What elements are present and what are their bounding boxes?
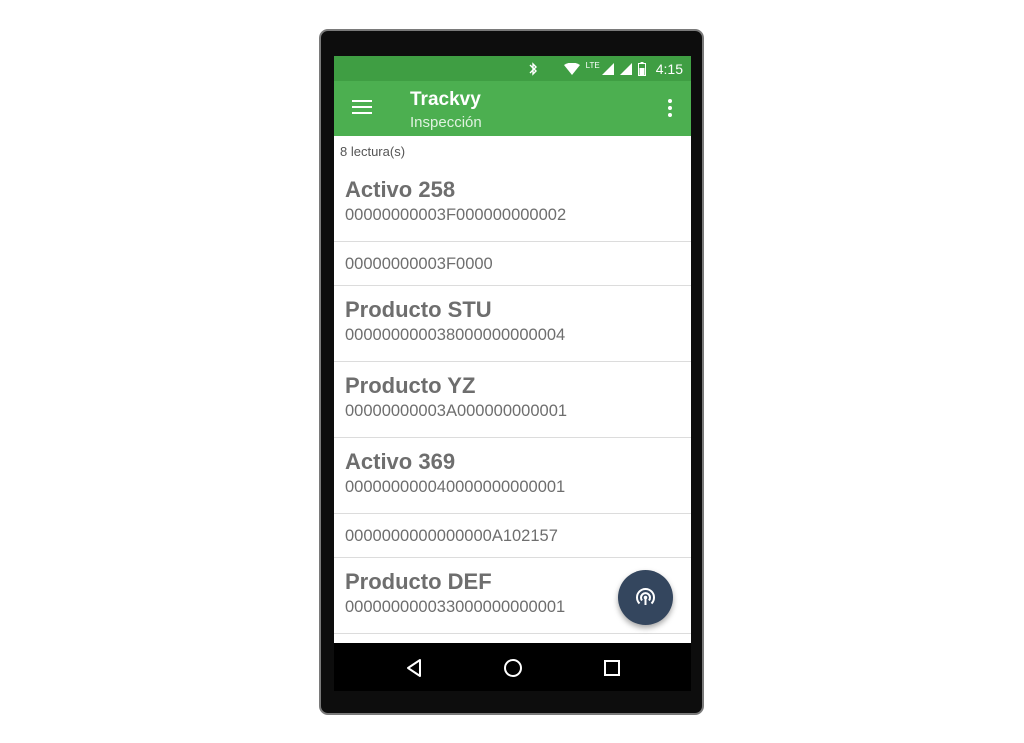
signal-icon [619,63,632,75]
list-item[interactable]: Activo 258 00000000003F000000000002 [334,166,691,242]
list-item[interactable]: Activo 369 000000000040000000000001 [334,438,691,514]
list-item[interactable]: Producto YZ 00000000003A000000000001 [334,362,691,438]
item-code: 00000000003F0000 [345,255,493,273]
item-code: 00000000003A000000000001 [345,402,568,420]
navigation-bar [334,643,691,691]
list-item[interactable]: 0000000000000000A102157 [334,514,691,558]
list-item[interactable]: 00000000003F0000 [334,242,691,286]
rfid-scan-icon [636,588,655,605]
item-name: Producto YZ [345,373,476,398]
item-name: Producto STU [345,297,492,322]
recents-icon[interactable] [599,655,625,681]
bluetooth-icon [529,62,537,76]
reading-count: 8 lectura(s) [340,144,406,159]
status-bar: LTE 4:15 [334,56,691,81]
device-screen: LTE 4:15 Trackvy Inspección 8 lectura(s) [334,56,691,691]
readings-list: Activo 258 00000000003F000000000002 0000… [334,166,691,634]
more-vert-icon[interactable] [667,99,673,119]
status-time: 4:15 [655,61,683,77]
item-code: 0000000000000000A102157 [345,527,558,545]
hamburger-menu-icon[interactable] [352,100,372,116]
app-title: Trackvy [410,89,481,110]
lte-label: LTE [585,60,600,70]
scan-fab-button[interactable] [618,570,673,625]
battery-icon [637,62,646,76]
list-item[interactable]: Producto STU 000000000038000000000004 [334,286,691,362]
item-code: 000000000038000000000004 [345,326,566,344]
item-code: 00000000003F000000000002 [345,206,567,224]
home-icon[interactable] [500,655,526,681]
item-code: 000000000040000000000001 [345,478,566,496]
app-bar: Trackvy Inspección [334,81,691,136]
item-name: Activo 369 [345,449,456,474]
app-subtitle: Inspección [410,114,482,131]
back-icon[interactable] [402,655,428,681]
signal-icon [601,63,614,75]
wifi-icon [563,63,580,75]
item-name: Activo 258 [345,177,456,202]
